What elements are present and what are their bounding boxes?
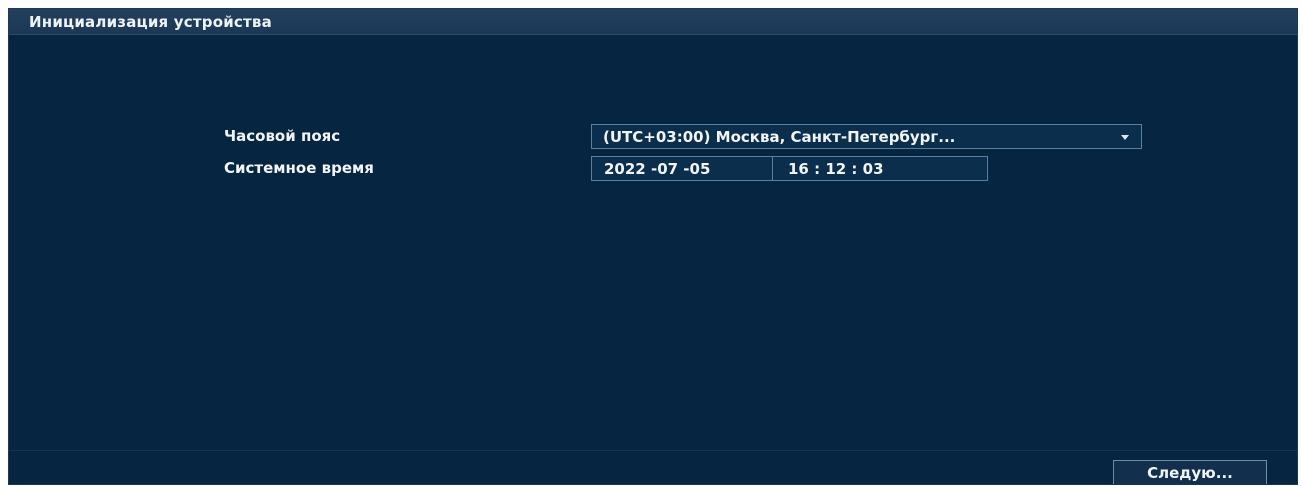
- next-button[interactable]: Следую...: [1113, 460, 1267, 484]
- system-time-label: Системное время: [224, 159, 374, 177]
- init-window: Инициализация устройства Часовой пояс (U…: [8, 8, 1298, 485]
- time-input[interactable]: 16 : 12 : 03: [772, 156, 988, 181]
- time-value: 16 : 12 : 03: [788, 160, 884, 178]
- timezone-value: (UTC+03:00) Москва, Санкт-Петербург...: [603, 128, 956, 146]
- timezone-dropdown[interactable]: (UTC+03:00) Москва, Санкт-Петербург...: [591, 124, 1142, 149]
- date-input[interactable]: 2022 -07 -05: [591, 156, 772, 181]
- timezone-label: Часовой пояс: [224, 127, 341, 145]
- footer-divider: [9, 450, 1297, 451]
- title-bar: Инициализация устройства: [9, 9, 1297, 35]
- chevron-down-icon[interactable]: [1121, 135, 1129, 140]
- window-title: Инициализация устройства: [29, 13, 272, 31]
- date-value: 2022 -07 -05: [604, 160, 711, 178]
